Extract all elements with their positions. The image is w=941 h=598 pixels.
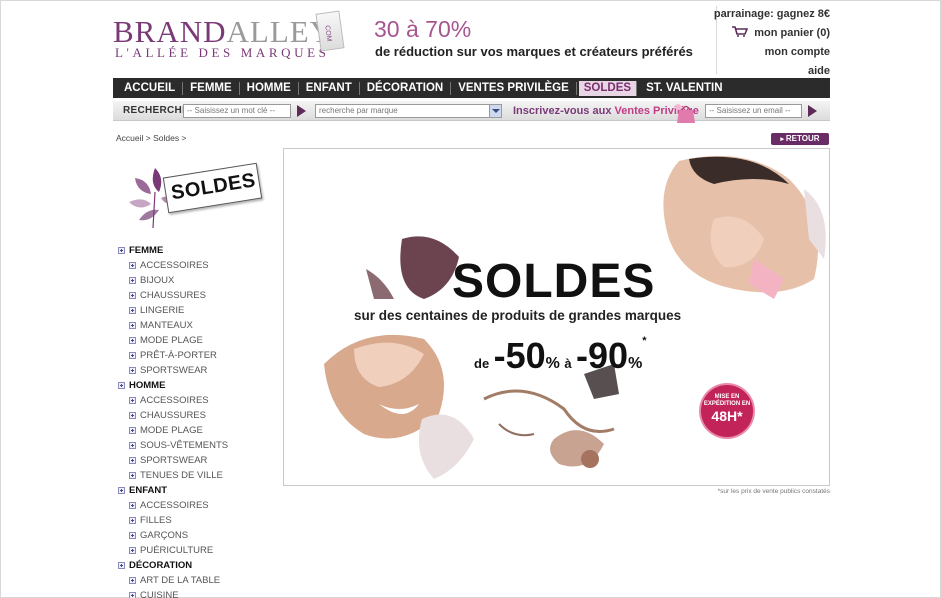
chevron-down-icon	[489, 105, 501, 117]
keyword-search-input[interactable]: -- Saisissez un mot clé --	[183, 104, 291, 118]
breadcrumb-home[interactable]: Accueil	[116, 133, 143, 143]
breadcrumb-current[interactable]: Soldes	[153, 133, 179, 143]
nav-st-valentin[interactable]: ST. VALENTIN	[639, 82, 729, 95]
main-nav: ACCUEIL FEMME HOMME ENFANT DÉCORATION VE…	[113, 78, 830, 98]
expand-plus-icon	[118, 487, 125, 494]
sidebar-item[interactable]: ART DE LA TABLE	[118, 573, 278, 588]
breadcrumb-separator: >	[145, 133, 151, 143]
nav-homme[interactable]: HOMME	[240, 81, 299, 95]
sidebar-item[interactable]: ACCESSOIRES	[118, 258, 278, 273]
expand-plus-icon	[118, 247, 125, 254]
sidebar-item[interactable]: CUISINE	[118, 588, 278, 598]
cart-icon	[732, 26, 749, 37]
brand-logo[interactable]: BRANDALLEY L'ALLÉE DES MARQUES COM	[113, 10, 345, 62]
expand-plus-icon	[129, 262, 136, 269]
sidebar-item[interactable]: ACCESSOIRES	[118, 393, 278, 408]
banner-footnote: *sur les prix de vente publics constatés	[717, 488, 830, 495]
banner-discount: de -50% à -90%*	[474, 335, 647, 376]
sidebar-category-decoration[interactable]: DÉCORATION	[118, 558, 278, 573]
soldes-badge: SOLDES	[125, 158, 270, 233]
soldes-banner[interactable]: SOLDES sur des centaines de produits de …	[283, 148, 830, 486]
nav-decoration[interactable]: DÉCORATION	[360, 81, 452, 95]
sidebar-item[interactable]: CHAUSSURES	[118, 408, 278, 423]
banner-title: SOLDES	[452, 255, 656, 308]
sidebar-item[interactable]: GARÇONS	[118, 528, 278, 543]
breadcrumb: Accueil > Soldes >	[116, 133, 186, 143]
expand-plus-icon	[129, 592, 136, 598]
expand-plus-icon	[129, 577, 136, 584]
sidebar-category-femme[interactable]: FEMME	[118, 243, 278, 258]
shipping-48h-stamp: MISE EN EXPÉDITION EN 48H*	[701, 385, 753, 437]
soldes-badge-text: SOLDES	[169, 169, 258, 205]
expand-plus-icon	[129, 352, 136, 359]
email-signup-go-icon[interactable]	[808, 105, 817, 117]
expand-plus-icon	[129, 367, 136, 374]
expand-plus-icon	[129, 307, 136, 314]
cart-link[interactable]: mon panier (0)	[714, 24, 830, 43]
search-bar: RECHERCHE -- Saisissez un mot clé -- rec…	[113, 101, 830, 123]
retour-button[interactable]: RETOUR	[771, 133, 829, 145]
email-signup-input[interactable]: -- Saisissez un email --	[705, 104, 802, 118]
expand-plus-icon	[129, 337, 136, 344]
top-links: parrainage: gagnez 8€ mon panier (0) mon…	[714, 5, 830, 81]
expand-plus-icon	[118, 562, 125, 569]
expand-plus-icon	[129, 442, 136, 449]
breadcrumb-separator-2: >	[181, 133, 187, 143]
sidebar-item[interactable]: MANTEAUX	[118, 318, 278, 333]
expand-plus-icon	[129, 502, 136, 509]
nav-ventes-privilege[interactable]: VENTES PRIVILÈGE	[451, 81, 577, 95]
sidebar-item[interactable]: MODE PLAGE	[118, 333, 278, 348]
expand-plus-icon	[129, 292, 136, 299]
category-sidebar: FEMME ACCESSOIRES BIJOUX CHAUSSURES LING…	[118, 243, 278, 598]
sidebar-item[interactable]: MODE PLAGE	[118, 423, 278, 438]
sponsorship-link[interactable]: parrainage: gagnez 8€	[714, 5, 830, 24]
promo-text: de réduction sur vos marques et créateur…	[375, 44, 693, 59]
expand-plus-icon	[129, 517, 136, 524]
sidebar-item[interactable]: SPORTSWEAR	[118, 363, 278, 378]
expand-plus-icon	[129, 427, 136, 434]
sidebar-item[interactable]: SOUS-VÊTEMENTS	[118, 438, 278, 453]
shopping-bag-icon: COM	[315, 10, 345, 52]
expand-plus-icon	[129, 472, 136, 479]
brand-search-select[interactable]: recherche par marque	[315, 104, 502, 118]
sidebar-item[interactable]: ACCESSOIRES	[118, 498, 278, 513]
sidebar-category-homme[interactable]: HOMME	[118, 378, 278, 393]
expand-plus-icon	[129, 397, 136, 404]
cart-label: mon panier (0)	[754, 27, 830, 39]
expand-plus-icon	[118, 382, 125, 389]
sidebar-item[interactable]: SPORTSWEAR	[118, 453, 278, 468]
expand-plus-icon	[129, 277, 136, 284]
brand-select-value: recherche par marque	[319, 106, 398, 115]
banner-subtitle: sur des centaines de produits de grandes…	[354, 308, 682, 323]
ventes-privilege-signup-text: Inscrivez-vous aux Ventes Privilège	[513, 105, 699, 117]
account-link[interactable]: mon compte	[714, 43, 830, 62]
nav-accueil[interactable]: ACCUEIL	[117, 81, 184, 95]
expand-plus-icon	[129, 547, 136, 554]
search-label: RECHERCHE	[123, 105, 190, 116]
nav-soldes[interactable]: SOLDES	[578, 80, 638, 96]
sidebar-item[interactable]: TENUES DE VILLE	[118, 468, 278, 483]
sidebar-item[interactable]: LINGERIE	[118, 303, 278, 318]
sidebar-item[interactable]: PUÉRICULTURE	[118, 543, 278, 558]
sidebar-item[interactable]: BIJOUX	[118, 273, 278, 288]
sidebar-item[interactable]: PRÊT-À-PORTER	[118, 348, 278, 363]
keyword-search-go-icon[interactable]	[297, 105, 306, 117]
promo-percent: 30 à 70%	[374, 16, 472, 42]
logo-tagline: L'ALLÉE DES MARQUES	[115, 45, 330, 60]
sidebar-item[interactable]: FILLES	[118, 513, 278, 528]
expand-plus-icon	[129, 532, 136, 539]
expand-plus-icon	[129, 457, 136, 464]
expand-plus-icon	[129, 412, 136, 419]
gift-bag-icon	[675, 104, 695, 123]
nav-enfant[interactable]: ENFANT	[299, 81, 360, 95]
sidebar-category-enfant[interactable]: ENFANT	[118, 483, 278, 498]
expand-plus-icon	[129, 322, 136, 329]
nav-femme[interactable]: FEMME	[183, 81, 240, 95]
sidebar-item[interactable]: CHAUSSURES	[118, 288, 278, 303]
